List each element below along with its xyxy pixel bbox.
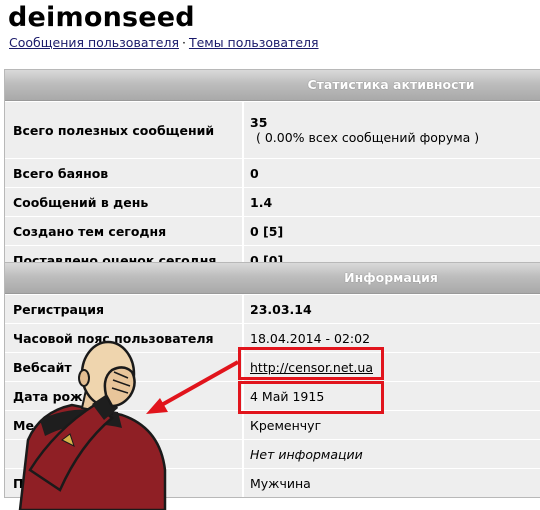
facepalm-meme-overlay (18, 340, 239, 510)
red-arrow-icon (146, 360, 239, 414)
facepalm-figure-icon (18, 340, 167, 510)
